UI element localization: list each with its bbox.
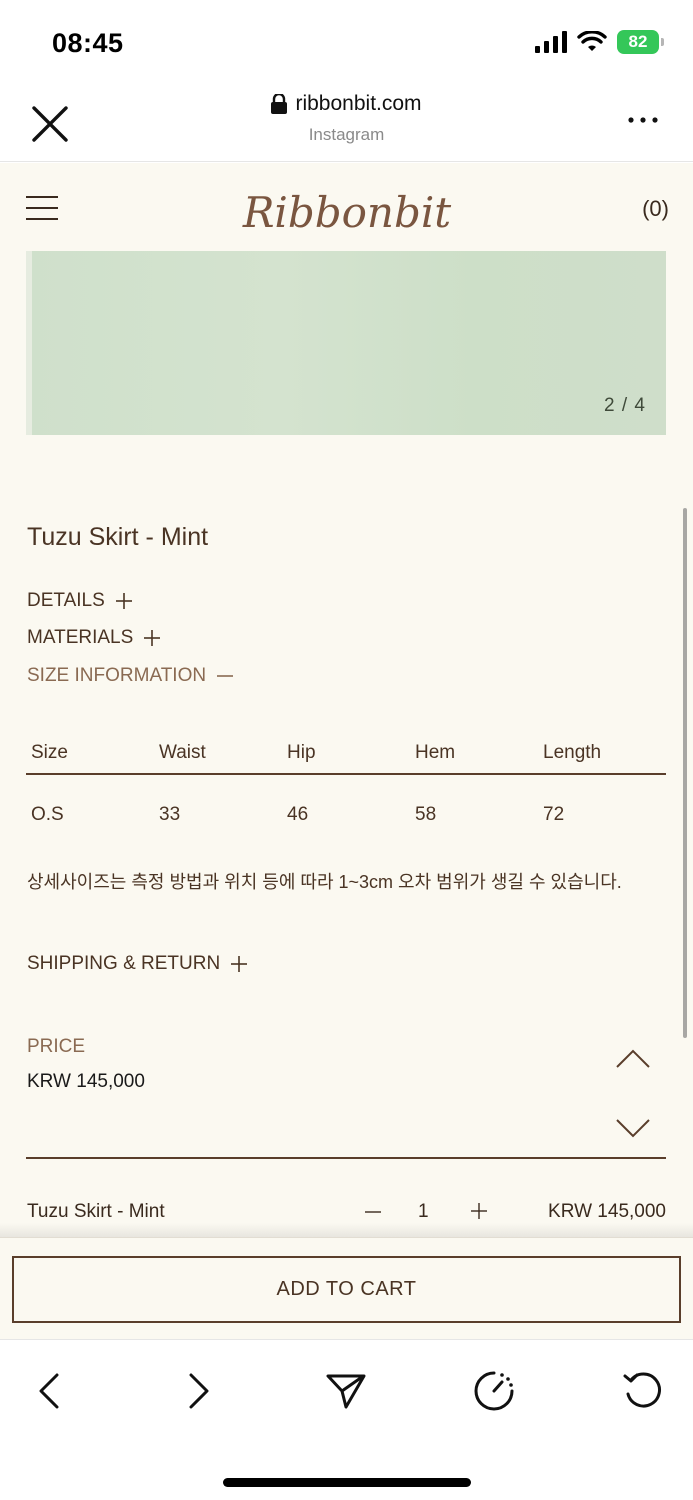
line-item-name: Tuzu Skirt - Mint [27, 1201, 165, 1222]
size-note: 상세사이즈는 측정 방법과 위치 등에 따라 1~3cm 오차 범위가 생길 수… [27, 872, 622, 892]
svg-text:Ribbonbit: Ribbonbit [242, 188, 451, 237]
slide-counter: 2 / 4 [604, 395, 646, 416]
reload-button[interactable] [620, 1368, 666, 1414]
size-col-length: Length [543, 742, 602, 763]
materials-toggle[interactable]: MATERIALS [27, 627, 161, 649]
status-time: 08:45 [52, 28, 124, 58]
product-image[interactable]: 2 / 4 [26, 251, 666, 435]
size-information-label: SIZE INFORMATION [27, 665, 207, 686]
browser-header: ribbonbit.com Instagram [0, 80, 693, 162]
site-logo[interactable]: Ribbonbit [240, 169, 454, 249]
speed-button[interactable] [471, 1368, 517, 1414]
forward-button[interactable] [176, 1368, 222, 1414]
increase-quantity-icon[interactable] [469, 1201, 489, 1221]
cart-count[interactable]: (0) [642, 196, 669, 222]
chevron-down-icon[interactable] [615, 1118, 651, 1140]
chevron-up-icon[interactable] [615, 1047, 651, 1069]
size-information-toggle[interactable]: SIZE INFORMATION [27, 665, 234, 687]
back-button[interactable] [26, 1368, 72, 1414]
price-label: PRICE [27, 1036, 86, 1057]
table-cell: 58 [415, 804, 437, 825]
size-table: Size Waist Hip Hem Length O.S 33 46 58 7… [26, 733, 666, 835]
materials-label: MATERIALS [27, 627, 134, 648]
shipping-return-toggle[interactable]: SHIPPING & RETURN [27, 953, 248, 975]
status-icons: 82 [535, 30, 664, 54]
speedometer-icon [474, 1371, 514, 1411]
table-cell: 72 [543, 804, 565, 825]
size-table-header: Size Waist Hip Hem Length [26, 733, 666, 773]
browser-toolbar [0, 1339, 693, 1500]
chevron-right-icon [189, 1373, 209, 1409]
site-header: Ribbonbit (0) [0, 163, 693, 251]
table-row: O.S 33 46 58 72 [26, 795, 666, 835]
reload-icon [623, 1372, 661, 1408]
size-col-size: Size [31, 742, 68, 763]
shipping-return-label: SHIPPING & RETURN [27, 953, 221, 974]
table-cell: 46 [287, 804, 309, 825]
table-cell: 33 [159, 804, 181, 825]
more-icon[interactable] [627, 110, 659, 130]
size-col-hem: Hem [415, 742, 456, 763]
chevron-left-icon [39, 1373, 59, 1409]
hamburger-menu-icon[interactable] [26, 195, 60, 221]
size-table-rule [26, 773, 666, 775]
plus-icon [231, 956, 248, 972]
cart-bar: ADD TO CART [0, 1237, 693, 1339]
share-button[interactable] [323, 1368, 369, 1414]
url-bar[interactable]: ribbonbit.com Instagram [0, 92, 693, 145]
url-source: Instagram [308, 125, 385, 144]
product-page: Ribbonbit (0) 2 / 4 Tuzu Skirt - Mint DE… [0, 163, 693, 1237]
size-col-hip: Hip [287, 742, 316, 763]
details-toggle[interactable]: DETAILS [27, 590, 133, 612]
price-divider [26, 1157, 666, 1159]
plus-icon [115, 593, 132, 609]
product-title: Tuzu Skirt - Mint [27, 523, 209, 551]
status-bar: 08:45 82 [0, 0, 693, 80]
signal-icon [535, 31, 567, 53]
home-indicator [223, 1478, 471, 1487]
details-label: DETAILS [27, 590, 105, 611]
plus-icon [144, 630, 161, 646]
lock-icon [271, 94, 288, 114]
wifi-icon [577, 31, 607, 51]
table-cell: O.S [31, 804, 64, 825]
decrease-quantity-icon[interactable] [363, 1201, 383, 1221]
scrollbar[interactable] [683, 508, 687, 1038]
battery-level: 82 [628, 32, 648, 51]
add-to-cart-button[interactable]: ADD TO CART [12, 1256, 681, 1323]
url-domain: ribbonbit.com [295, 92, 422, 115]
minus-icon [217, 675, 234, 677]
price-value: KRW 145,000 [27, 1071, 145, 1092]
line-item-price: KRW 145,000 [548, 1201, 666, 1222]
line-item-quantity[interactable]: 1 [418, 1201, 429, 1223]
size-col-waist: Waist [159, 742, 206, 763]
send-icon [326, 1374, 366, 1409]
battery-icon: 82 [617, 30, 664, 54]
